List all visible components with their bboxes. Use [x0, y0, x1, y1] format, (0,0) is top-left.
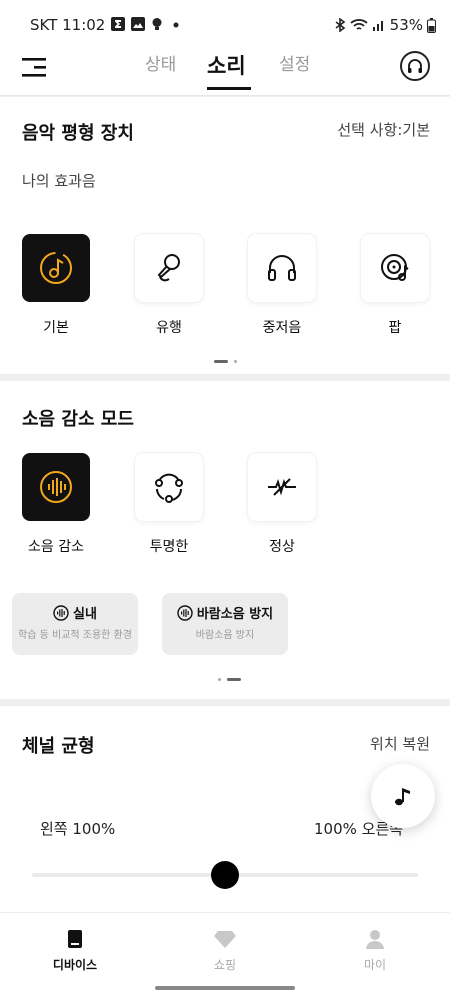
mode-normal-tile[interactable] [248, 453, 316, 521]
more-notifications-icon [173, 22, 179, 28]
preset-popular-label: 유행 [156, 320, 182, 336]
mode-transparency-label: 투명한 [149, 539, 189, 555]
preset-bass-label: 중저음 [262, 320, 302, 336]
headphones-icon [408, 59, 422, 73]
vinyl-icon [381, 254, 409, 281]
balance-left-label: 왼쪽 100% [40, 820, 116, 838]
diamond-icon [214, 931, 236, 948]
reset-position-button[interactable]: 위치 복원 [370, 733, 430, 754]
microphone-icon [157, 254, 180, 282]
preset-basic-tile[interactable] [22, 234, 90, 302]
sigma-notification-icon [111, 17, 125, 31]
battery-icon [427, 17, 436, 33]
app-header: 상태 소리 설정 [0, 40, 450, 96]
indoor-chip-subtitle: 학습 등 비교적 조용한 환경 [18, 630, 132, 641]
page-dot [218, 678, 221, 681]
nav-device[interactable]: 디바이스 [30, 929, 120, 973]
nav-my[interactable]: 마이 [330, 929, 420, 973]
preset-pop-label: 팝 [388, 320, 402, 336]
bulb-notification-icon [152, 18, 162, 30]
tab-settings[interactable]: 설정 [279, 50, 310, 75]
tab-sound[interactable]: 소리 [207, 50, 246, 80]
noise-level-icon [53, 604, 69, 621]
mode-noise-cancel-label: 소음 감소 [28, 539, 84, 555]
preset-popular-tile[interactable] [135, 234, 203, 302]
active-tab-indicator [207, 87, 251, 90]
my-effects-label: 나의 효과음 [22, 172, 96, 190]
bottom-nav: 디바이스 쇼핑 마이 [0, 912, 450, 978]
headphones-icon [268, 255, 296, 281]
music-disc-icon [40, 252, 72, 284]
mode-transparency-tile[interactable] [135, 453, 203, 521]
system-home-bar [0, 978, 450, 1000]
image-notification-icon [131, 17, 145, 31]
noise-section: 소음 감소 모드 소음 감소 투명한 정상 실내 학습 등 비교적 조용한 환경… [0, 381, 450, 699]
normal-icon [268, 478, 296, 496]
preset-pop-tile[interactable] [361, 234, 429, 302]
equalizer-title: 음악 평형 장치 [22, 123, 134, 144]
menu-button[interactable] [22, 56, 48, 78]
page-dot-active [227, 678, 241, 681]
indoor-chip-title: 실내 [73, 607, 97, 622]
wind-noise-chip[interactable]: 바람소음 방지 바람소음 방지 [162, 593, 288, 655]
mode-noise-cancel-tile[interactable] [22, 453, 90, 521]
nav-device-label: 디바이스 [52, 958, 98, 972]
device-profile-button[interactable] [400, 51, 430, 81]
balance-title: 체널 균형 [22, 736, 95, 757]
person-icon [366, 930, 384, 949]
preset-basic-label: 기본 [43, 320, 69, 336]
wifi-icon [350, 19, 368, 30]
noise-page-indicator [218, 678, 241, 681]
noise-level-icon [177, 604, 193, 621]
balance-slider-knob[interactable] [211, 861, 239, 889]
indoor-chip[interactable]: 실내 학습 등 비교적 조용한 환경 [12, 593, 138, 655]
home-indicator[interactable] [155, 986, 295, 990]
device-icon [68, 930, 82, 948]
noise-cancel-icon [40, 471, 72, 503]
bluetooth-icon [335, 18, 345, 32]
wind-noise-chip-subtitle: 바람소음 방지 [195, 630, 255, 641]
mode-normal-label: 정상 [269, 539, 295, 555]
music-floating-button[interactable] [371, 764, 435, 828]
page-dot [234, 360, 237, 363]
status-time: SKT 11:02 [30, 16, 106, 34]
battery-percent: 53% [389, 16, 423, 34]
noise-title: 소음 감소 모드 [22, 409, 134, 430]
equalizer-section: 음악 평형 장치 선택 사항:기본 나의 효과음 기본 유행 중저음 팝 [0, 97, 450, 374]
music-note-icon [395, 788, 410, 806]
nav-shopping[interactable]: 쇼핑 [180, 929, 270, 973]
tab-status[interactable]: 상태 [145, 50, 176, 75]
page-dot-active [214, 360, 228, 363]
equalizer-selection[interactable]: 선택 사항:기본 [337, 119, 430, 140]
signal-icon [372, 21, 383, 31]
nav-my-label: 마이 [363, 958, 387, 972]
transparency-icon [155, 473, 183, 503]
nav-shopping-label: 쇼핑 [213, 958, 237, 972]
preset-bass-tile[interactable] [248, 234, 316, 302]
wind-noise-chip-title: 바람소음 방지 [196, 607, 274, 622]
equalizer-page-indicator [214, 360, 237, 363]
